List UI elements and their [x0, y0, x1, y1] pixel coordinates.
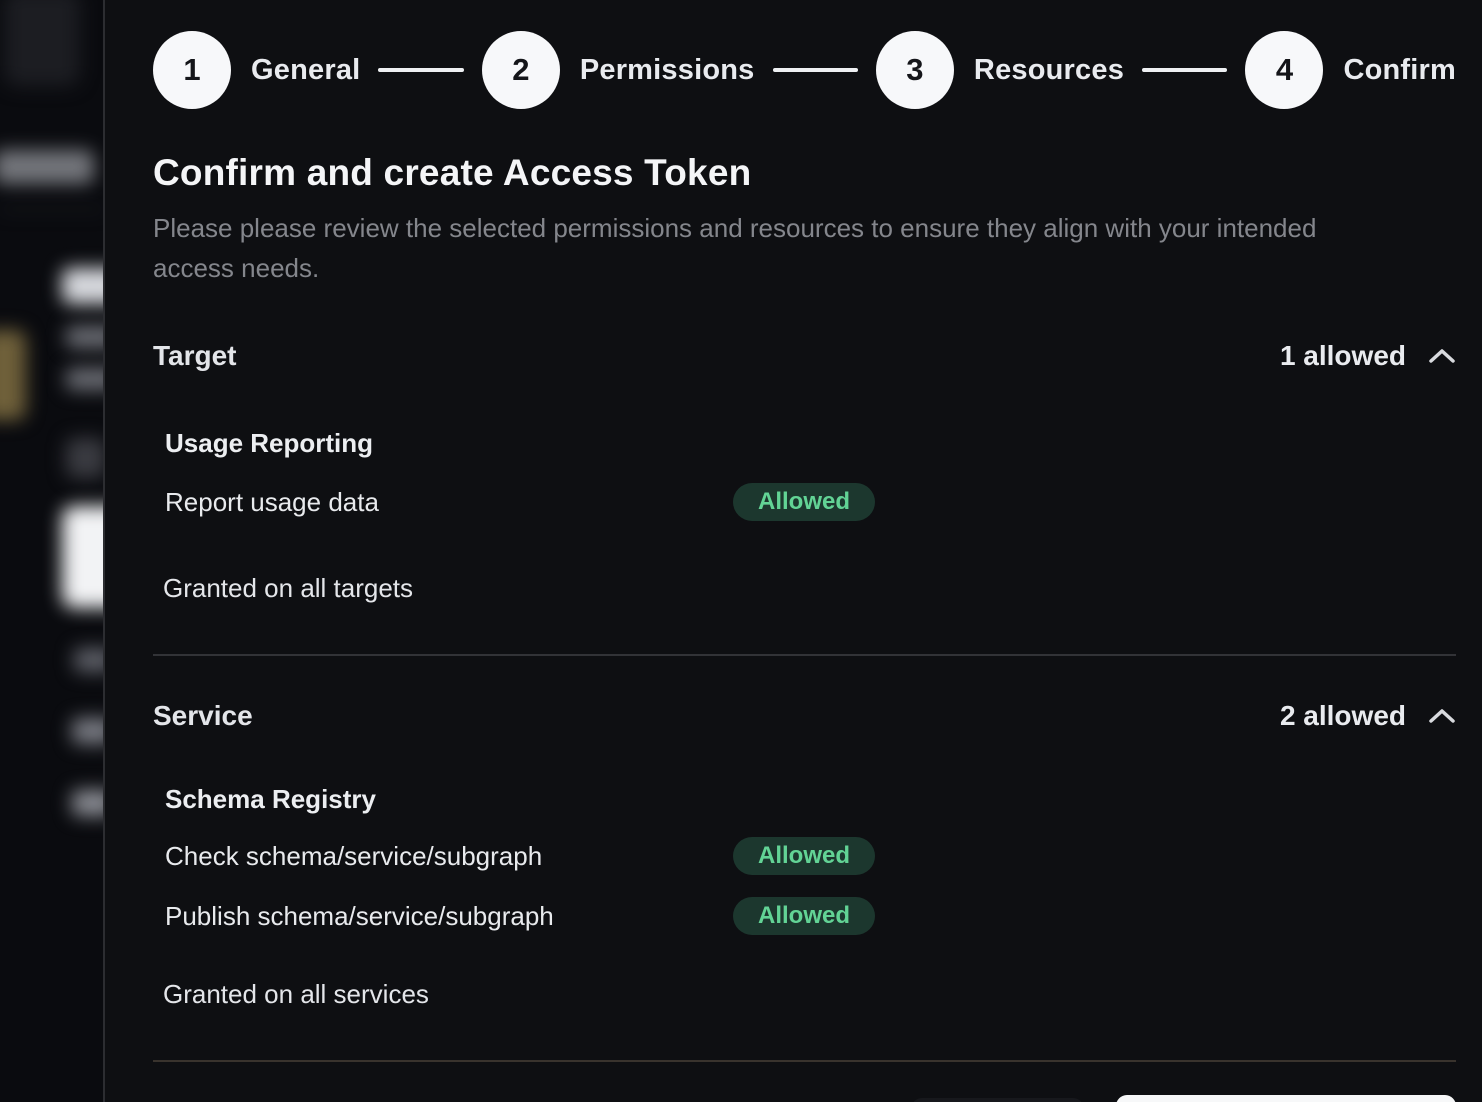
background-text-line — [72, 718, 105, 744]
allowed-count: 2 allowed — [1280, 700, 1406, 732]
permission-group-usage-reporting: Usage Reporting Report usage data Allowe… — [165, 428, 1456, 521]
permission-row: Publish schema/service/subgraph Allowed — [165, 897, 1456, 935]
section-divider — [153, 654, 1456, 656]
section-title: Target — [153, 340, 237, 372]
footer-divider — [153, 1060, 1456, 1062]
step-resources[interactable]: 3 Resources — [876, 31, 1124, 109]
section-header-service: Service 2 allowed — [153, 700, 1456, 732]
page-description: Please please review the selected permis… — [153, 208, 1383, 288]
status-badge-allowed: Allowed — [733, 483, 875, 521]
background-heading — [62, 268, 105, 304]
step-number-circle[interactable]: 2 — [482, 31, 560, 109]
stepper-connector — [1142, 68, 1227, 72]
status-badge-allowed: Allowed — [733, 837, 875, 875]
background-divider — [0, 208, 105, 210]
wizard-stepper: 1 General 2 Permissions 3 Resources 4 Co… — [153, 31, 1456, 109]
section-header-target: Target 1 allowed — [153, 340, 1456, 372]
permission-row: Check schema/service/subgraph Allowed — [165, 837, 1456, 875]
stepper-connector — [378, 68, 463, 72]
background-text-line — [66, 368, 105, 390]
step-label: General — [251, 54, 360, 87]
section-collapse-toggle-target[interactable]: 1 allowed — [1280, 340, 1456, 372]
section-title: Service — [153, 700, 253, 732]
create-access-token-modal: 1 General 2 Permissions 3 Resources 4 Co… — [105, 0, 1482, 1102]
permission-label: Publish schema/service/subgraph — [165, 901, 733, 932]
group-title: Schema Registry — [165, 784, 1456, 815]
step-label: Confirm — [1343, 54, 1456, 87]
status-badge-allowed: Allowed — [733, 897, 875, 935]
section-collapse-toggle-service[interactable]: 2 allowed — [1280, 700, 1456, 732]
stepper-connector — [773, 68, 858, 72]
background-text-line — [74, 648, 105, 672]
group-title: Usage Reporting — [165, 428, 1456, 459]
create-access-token-button[interactable]: Create Access Token — [1116, 1095, 1456, 1102]
page-title: Confirm and create Access Token — [153, 152, 1456, 194]
step-label: Resources — [974, 54, 1124, 87]
modal-footer: Go back Create Access Token — [153, 1095, 1456, 1102]
background-card — [62, 506, 105, 608]
app-root: 1 General 2 Permissions 3 Resources 4 Co… — [0, 0, 1482, 1102]
go-back-button[interactable]: Go back — [911, 1098, 1084, 1102]
permission-label: Check schema/service/subgraph — [165, 841, 733, 872]
chevron-up-icon — [1428, 347, 1456, 365]
step-confirm[interactable]: 4 Confirm — [1245, 31, 1456, 109]
allowed-count: 1 allowed — [1280, 340, 1406, 372]
permission-label: Report usage data — [165, 487, 733, 518]
background-icon — [66, 438, 105, 478]
step-label: Permissions — [580, 54, 755, 87]
step-number-circle[interactable]: 4 — [1245, 31, 1323, 109]
background-nav-item — [0, 150, 94, 184]
permission-row: Report usage data Allowed — [165, 483, 1456, 521]
granted-note: Granted on all targets — [163, 573, 1456, 604]
chevron-up-icon — [1428, 707, 1456, 725]
permission-group-schema-registry: Schema Registry Check schema/service/sub… — [165, 784, 1456, 935]
step-number-circle[interactable]: 3 — [876, 31, 954, 109]
background-accent-shape — [0, 330, 26, 420]
granted-note: Granted on all services — [163, 979, 1456, 1010]
step-number-circle[interactable]: 1 — [153, 31, 231, 109]
step-general[interactable]: 1 General — [153, 31, 360, 109]
background-page-blurred — [0, 0, 105, 1102]
background-text-line — [72, 790, 105, 816]
background-logo — [4, 0, 80, 86]
step-permissions[interactable]: 2 Permissions — [482, 31, 755, 109]
background-text-line — [66, 326, 105, 348]
